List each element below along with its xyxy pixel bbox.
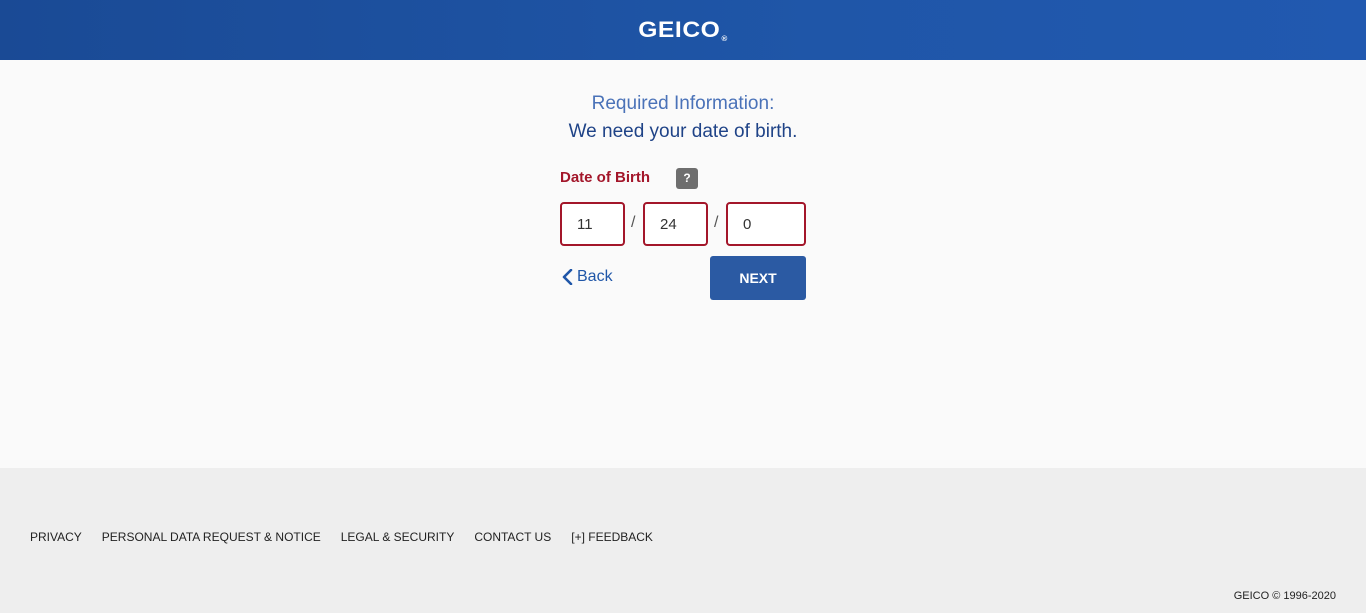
copyright-text: GEICO © 1996-2020 — [1233, 590, 1336, 602]
dob-month-input[interactable] — [560, 202, 625, 246]
footer-link-contact-us[interactable]: CONTACT US — [474, 530, 551, 544]
footer-link-personal-data[interactable]: PERSONAL DATA REQUEST & NOTICE — [102, 530, 321, 544]
site-header: GEICO® — [0, 0, 1366, 60]
heading-date-of-birth-prompt: We need your date of birth. — [568, 121, 798, 142]
dob-day-input[interactable] — [643, 202, 708, 246]
footer-links: PRIVACY PERSONAL DATA REQUEST & NOTICE L… — [30, 530, 653, 544]
date-separator: / — [631, 214, 636, 231]
back-link[interactable]: Back — [562, 268, 613, 286]
footer-link-feedback[interactable]: [+] FEEDBACK — [571, 530, 653, 544]
next-button[interactable]: NEXT — [710, 256, 806, 300]
main-content: Required Information: We need your date … — [0, 60, 1366, 468]
site-footer: PRIVACY PERSONAL DATA REQUEST & NOTICE L… — [0, 468, 1366, 613]
dob-year-input[interactable] — [726, 202, 806, 246]
logo-registered-mark: ® — [721, 36, 728, 43]
footer-link-privacy[interactable]: PRIVACY — [30, 530, 82, 544]
dob-label: Date of Birth — [560, 169, 650, 186]
logo-text: GEICO — [638, 17, 721, 42]
geico-logo[interactable]: GEICO® — [638, 17, 728, 43]
footer-link-legal-security[interactable]: LEGAL & SECURITY — [341, 530, 455, 544]
help-question-icon[interactable]: ? — [676, 168, 698, 189]
date-separator: / — [714, 214, 719, 231]
chevron-left-icon — [562, 269, 573, 285]
heading-required-info: Required Information: — [591, 93, 775, 114]
back-link-label: Back — [577, 268, 613, 285]
